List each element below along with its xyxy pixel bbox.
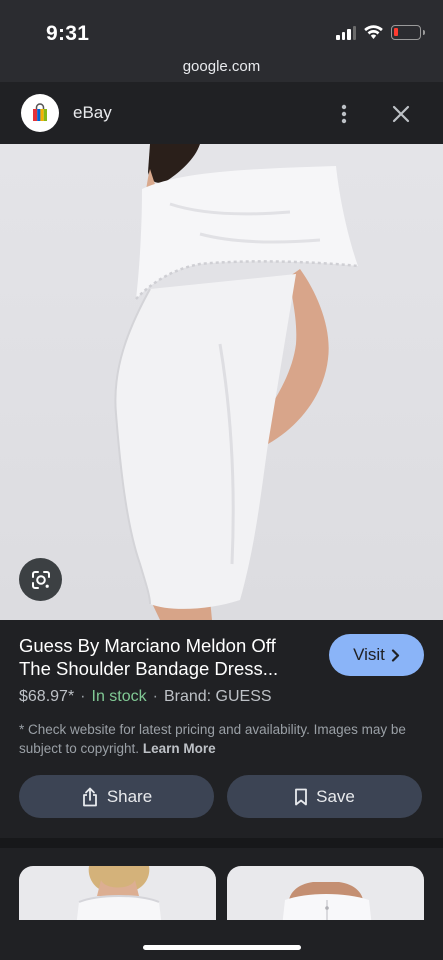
- product-title-line-1[interactable]: Guess By Marciano Meldon Off: [19, 634, 309, 657]
- meta-separator: ·: [152, 688, 158, 705]
- product-title[interactable]: Guess By Marciano Meldon Off The Shoulde…: [19, 634, 309, 680]
- product-image[interactable]: [0, 144, 443, 620]
- bookmark-icon: [295, 788, 308, 805]
- disclaimer: * Check website for latest pricing and a…: [19, 720, 424, 758]
- dress-illustration: [114, 144, 359, 620]
- close-icon[interactable]: [387, 100, 415, 128]
- status-bar: 9:31: [0, 0, 443, 56]
- url-text[interactable]: google.com: [183, 58, 261, 75]
- status-icons: [336, 24, 425, 40]
- save-button-label: Save: [316, 786, 355, 806]
- visit-button-label: Visit: [353, 645, 385, 664]
- wifi-icon: [364, 25, 383, 39]
- stock-status: In stock: [91, 688, 147, 705]
- product-meta: $68.97* · In stock · Brand: GUESS: [19, 688, 272, 706]
- google-lens-icon[interactable]: [19, 558, 62, 601]
- url-bar[interactable]: google.com: [0, 56, 443, 82]
- battery-low-icon: [391, 24, 425, 40]
- learn-more-link[interactable]: Learn More: [143, 741, 216, 756]
- home-bar-area: [0, 920, 443, 960]
- site-header: eBay: [0, 82, 443, 144]
- meta-separator: ·: [80, 688, 86, 705]
- save-button[interactable]: Save: [227, 775, 422, 818]
- cellular-signal-icon: [336, 25, 356, 40]
- product-title-line-2[interactable]: The Shoulder Bandage Dress...: [19, 657, 309, 680]
- site-name: eBay: [73, 103, 112, 122]
- section-divider: [0, 838, 443, 848]
- product-details: Guess By Marciano Meldon Off The Shoulde…: [0, 620, 443, 838]
- status-time: 9:31: [46, 22, 90, 45]
- more-vertical-icon[interactable]: [330, 100, 358, 128]
- visit-button[interactable]: Visit: [329, 634, 424, 676]
- share-button[interactable]: Share: [19, 775, 214, 818]
- product-brand: Brand: GUESS: [163, 688, 272, 705]
- ebay-shopping-bag-icon: [21, 94, 59, 132]
- home-indicator[interactable]: [143, 945, 301, 950]
- related-result-thumbnail[interactable]: [227, 866, 424, 920]
- share-icon: [82, 787, 97, 806]
- related-result-thumbnail[interactable]: [19, 866, 216, 920]
- related-results: [0, 848, 443, 920]
- share-button-label: Share: [106, 786, 153, 806]
- chevron-right-icon: [391, 648, 400, 662]
- product-price: $68.97*: [19, 688, 75, 705]
